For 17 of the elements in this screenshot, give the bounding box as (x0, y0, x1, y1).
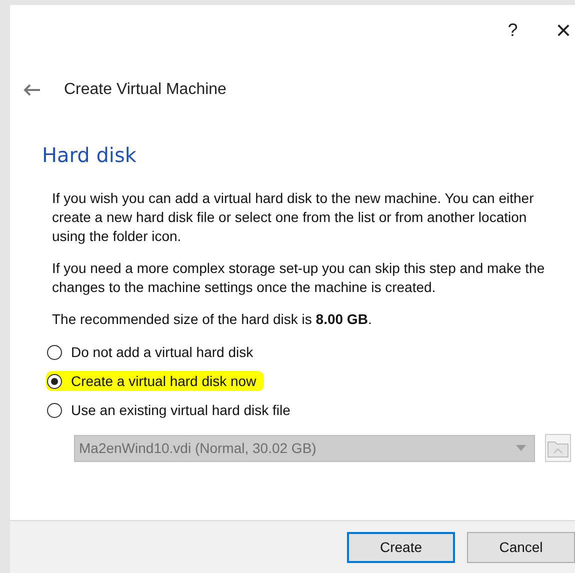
description-text: The recommended size of the hard disk is 8.00 GB. (52, 310, 373, 329)
radio-option[interactable]: Create a virtual hard disk now (46, 371, 264, 391)
help-button[interactable]: ? (508, 20, 518, 40)
description-text: If you wish you can add a virtual hard disk to the new machine. You can either create a new hard disk file or select one from the list or from another location using the folder icon. (52, 189, 535, 246)
wizard-title: Create Virtual Machine (64, 81, 226, 99)
radio-button[interactable] (47, 402, 62, 418)
dialog-button[interactable]: Cancel (467, 532, 575, 562)
close-button[interactable]: × (556, 14, 571, 46)
back-arrow-icon[interactable] (23, 84, 41, 96)
dialog-button[interactable]: Create (347, 532, 455, 562)
radio-option[interactable]: Use an existing virtual hard disk file (46, 400, 298, 420)
radio-button[interactable] (47, 374, 62, 388)
radio-option[interactable]: Do not add a virtual hard disk (46, 342, 262, 362)
description-text: If you need a more complex storage set-up you can skip this step and make the changes to the machine settings once the machine is created. (52, 259, 546, 297)
dropdown-caret-icon (516, 445, 526, 451)
page-heading: Hard disk (42, 143, 138, 167)
radio-button[interactable] (47, 344, 62, 360)
